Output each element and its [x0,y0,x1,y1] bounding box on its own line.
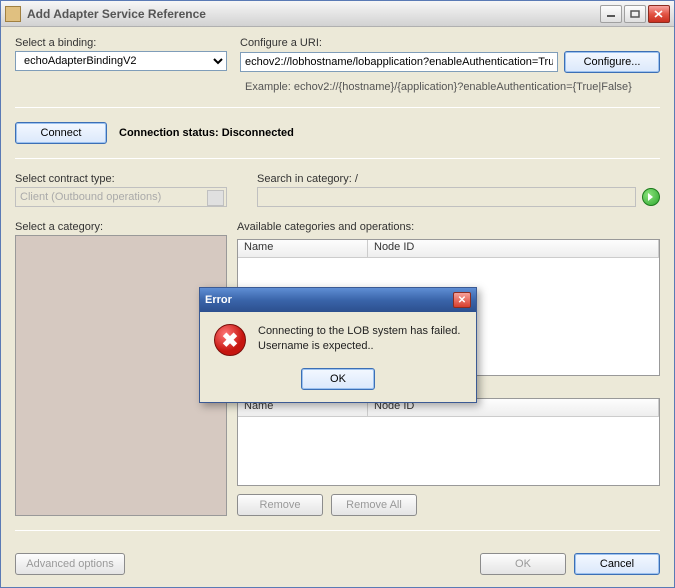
error-line2: Username is expected.. [258,339,460,354]
maximize-button[interactable] [624,5,646,23]
divider-2 [15,158,660,159]
maximize-icon [630,10,640,18]
error-ok-button[interactable]: OK [301,368,375,390]
window-title: Add Adapter Service Reference [27,7,598,21]
connection-row: Connect Connection status: Disconnected [15,122,660,144]
binding-label: Select a binding: [15,37,230,49]
close-icon: ✕ [458,295,466,306]
configure-button[interactable]: Configure... [564,51,660,73]
search-label: Search in category: / [257,173,660,185]
search-input [257,187,636,207]
status-label: Connection status: [119,127,219,139]
uri-label: Configure a URI: [240,37,660,49]
minimize-button[interactable] [600,5,622,23]
client-area: Select a binding: echoAdapterBindingV2 C… [1,27,674,587]
contract-label: Select contract type: [15,173,247,185]
error-dialog: Error ✕ ✖ Connecting to the LOB system h… [199,287,477,403]
ok-button: OK [480,553,566,575]
error-line1: Connecting to the LOB system has failed. [258,324,460,339]
error-close-button[interactable]: ✕ [453,292,471,308]
category-label: Select a category: [15,221,227,233]
contract-value: Client (Outbound operations) [20,191,161,203]
titlebar[interactable]: Add Adapter Service Reference [1,1,674,27]
error-icon: ✖ [214,324,246,356]
close-icon [654,10,664,18]
remove-button: Remove [237,494,323,516]
error-message: Connecting to the LOB system has failed.… [258,324,460,356]
advanced-options-button: Advanced options [15,553,125,575]
divider-1 [15,107,660,108]
connect-button[interactable]: Connect [15,122,107,144]
available-label: Available categories and operations: [237,221,660,233]
error-titlebar[interactable]: Error ✕ [200,288,476,312]
go-icon[interactable] [642,188,660,206]
divider-3 [15,530,660,531]
available-col-node[interactable]: Node ID [368,240,659,257]
window-close-button[interactable] [648,5,670,23]
uri-input[interactable] [240,52,558,72]
available-col-name[interactable]: Name [238,240,368,257]
minimize-icon [606,10,616,18]
binding-select[interactable]: echoAdapterBindingV2 [15,51,227,71]
remove-all-button: Remove All [331,494,417,516]
status-value: Disconnected [222,127,294,139]
main-window: Add Adapter Service Reference Select a b… [0,0,675,588]
contract-select: Client (Outbound operations) [15,187,227,207]
error-title: Error [205,294,232,306]
available-header: Name Node ID [238,240,659,258]
added-list[interactable]: Name Node ID [237,398,660,486]
category-tree[interactable] [15,235,227,516]
app-icon [5,6,21,22]
uri-example: Example: echov2://{hostname}/{applicatio… [245,81,660,93]
cancel-button[interactable]: Cancel [574,553,660,575]
